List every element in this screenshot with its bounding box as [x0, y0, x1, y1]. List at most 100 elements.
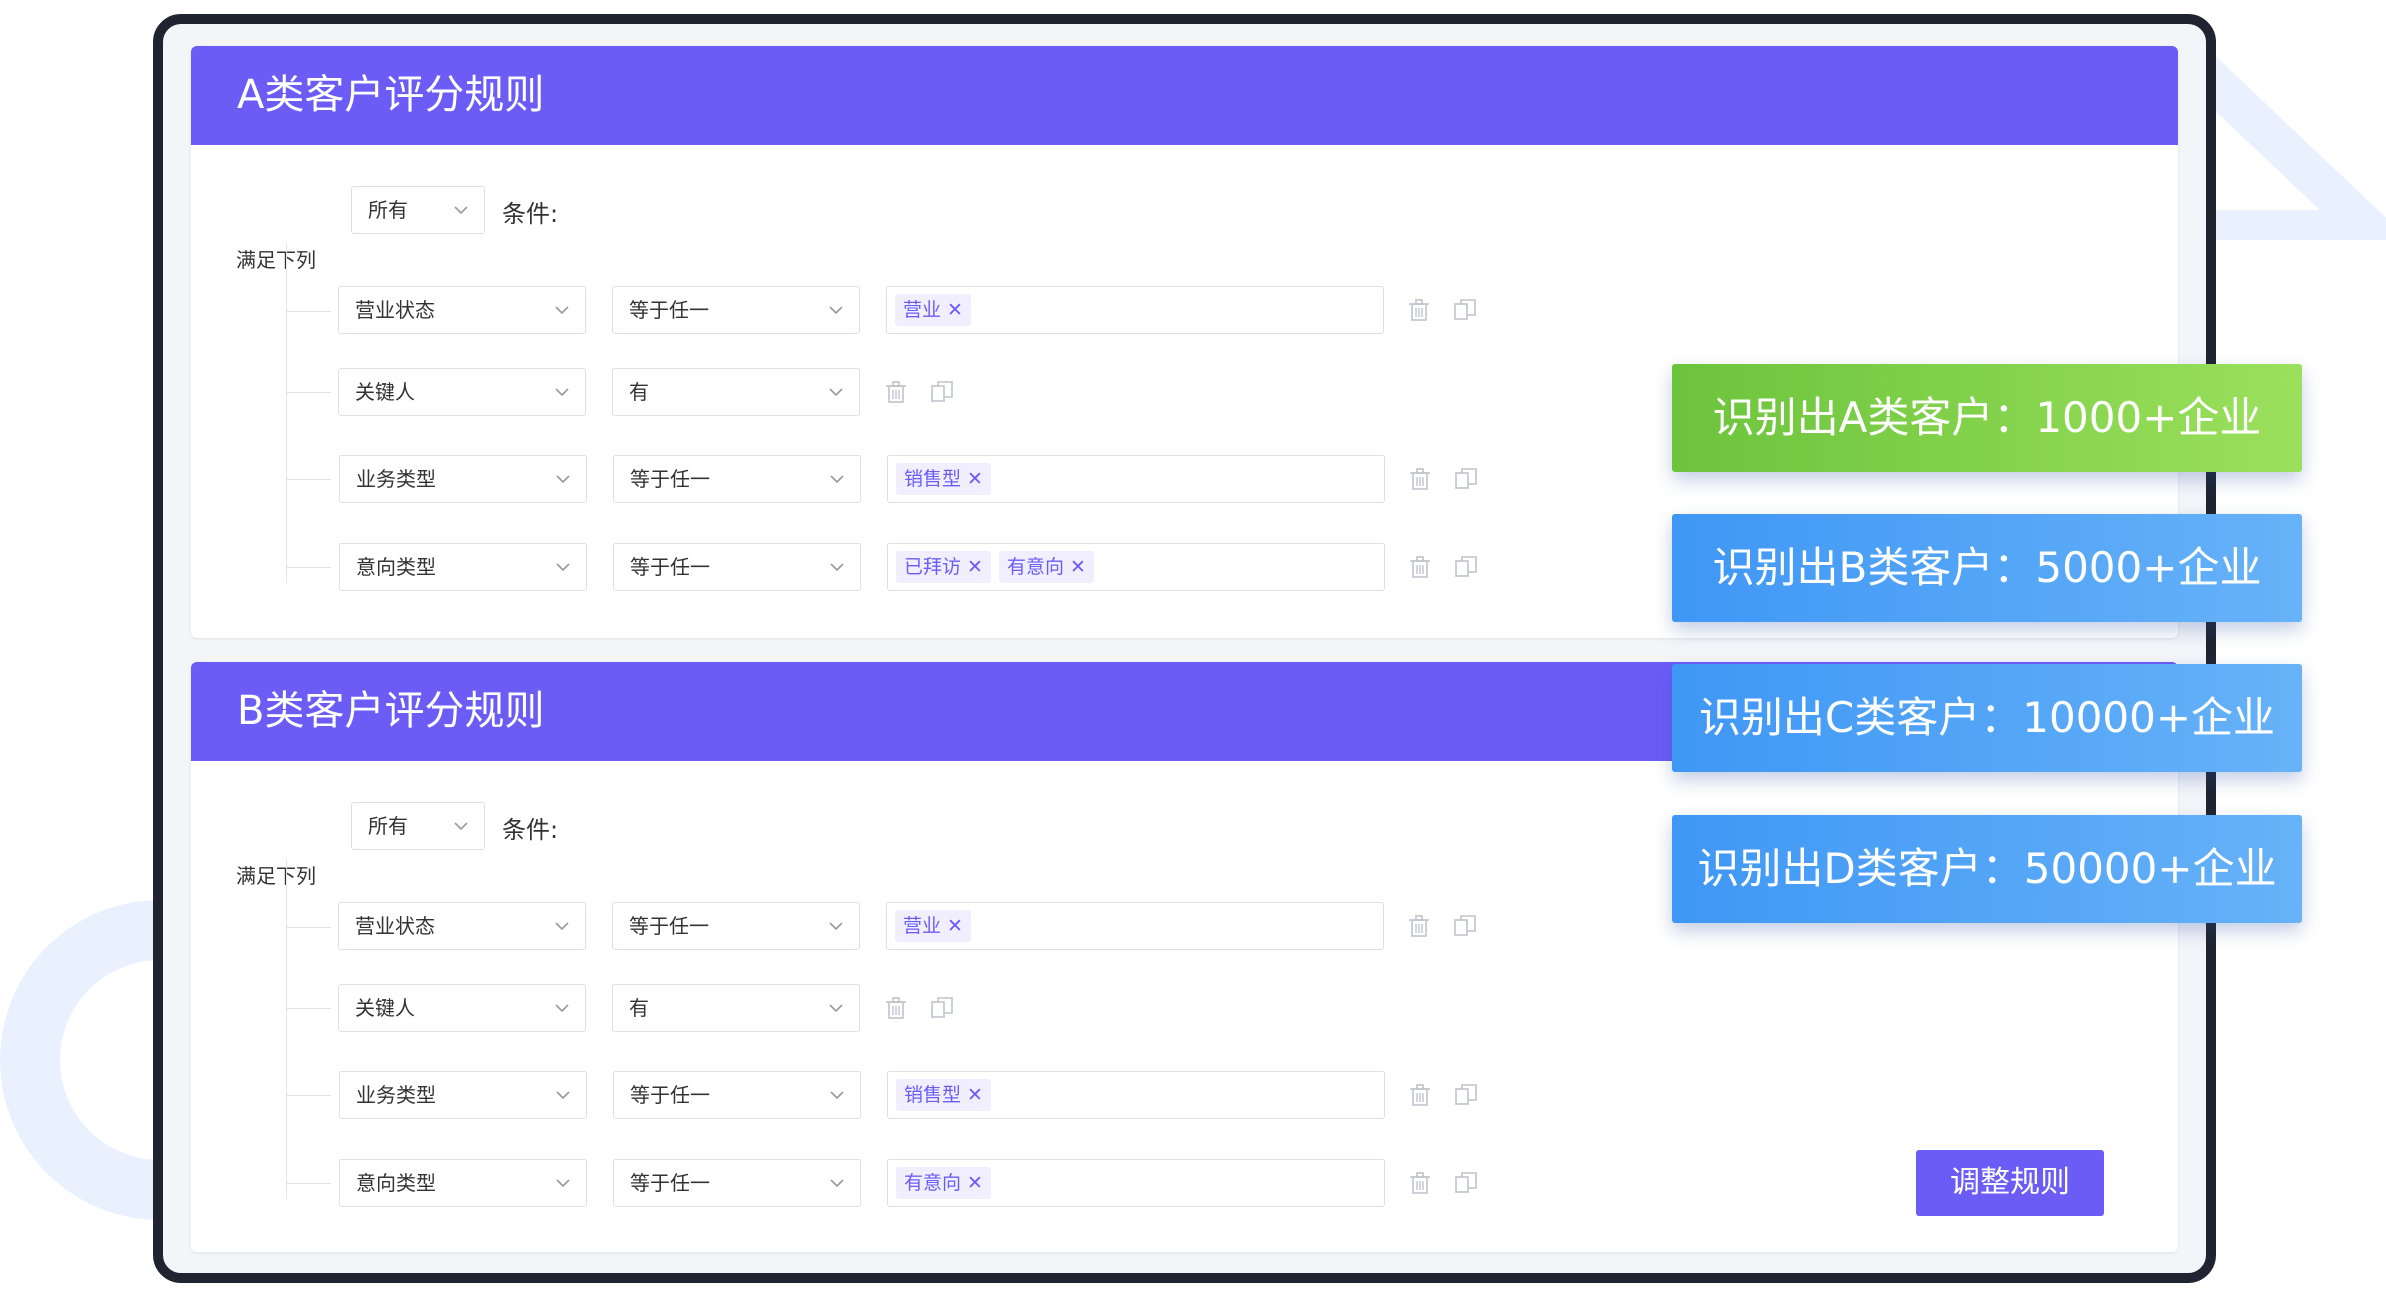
tag-label: 营业 [903, 915, 942, 937]
operator-select[interactable]: 等于任一 [613, 1071, 861, 1119]
trash-icon[interactable] [1406, 1081, 1434, 1109]
field-select-value: 业务类型 [356, 1083, 436, 1107]
trash-icon[interactable] [882, 994, 910, 1022]
trash-icon[interactable] [882, 378, 910, 406]
match-prefix: 满足下列 [236, 864, 316, 888]
close-icon[interactable]: ✕ [947, 299, 963, 321]
tag-label: 有意向 [904, 1172, 962, 1194]
trash-icon[interactable] [1406, 465, 1434, 493]
tree-branch [286, 479, 331, 480]
tag-label: 已拜访 [904, 556, 962, 578]
field-select[interactable]: 意向类型 [339, 1159, 587, 1207]
operator-select[interactable]: 等于任一 [613, 455, 861, 503]
tree-connector [286, 243, 287, 583]
copy-icon[interactable] [928, 994, 956, 1022]
operator-select[interactable]: 有 [612, 984, 860, 1032]
tree-branch [286, 311, 331, 312]
close-icon[interactable]: ✕ [1070, 556, 1086, 578]
value-tag-input[interactable]: 营业 ✕ [886, 286, 1384, 334]
field-select-value: 意向类型 [356, 555, 436, 579]
trash-icon[interactable] [1406, 1169, 1434, 1197]
copy-icon[interactable] [1451, 296, 1479, 324]
operator-select-value: 等于任一 [630, 555, 710, 579]
field-select[interactable]: 意向类型 [339, 543, 587, 591]
result-badge-d: 识别出D类客户：50000+企业 [1672, 815, 2302, 923]
close-icon[interactable]: ✕ [967, 1172, 983, 1194]
close-icon[interactable]: ✕ [947, 915, 963, 937]
chevron-down-icon [555, 1004, 569, 1013]
copy-icon[interactable] [1452, 465, 1480, 493]
tag-label: 销售型 [904, 468, 962, 490]
operator-select[interactable]: 等于任一 [613, 1159, 861, 1207]
chevron-down-icon [829, 388, 843, 397]
value-tag: 营业 ✕ [895, 294, 971, 326]
tag-label: 销售型 [904, 1084, 962, 1106]
field-select[interactable]: 营业状态 [338, 286, 586, 334]
field-select-value: 业务类型 [356, 467, 436, 491]
match-suffix: 条件: [502, 816, 559, 844]
match-suffix: 条件: [502, 200, 559, 228]
tree-branch [286, 927, 331, 928]
match-prefix: 满足下列 [236, 248, 316, 272]
field-select-value: 关键人 [355, 380, 415, 404]
value-tag: 营业 ✕ [895, 910, 971, 942]
match-select[interactable]: 所有 [351, 802, 485, 850]
tree-branch [286, 1095, 331, 1096]
value-tag-input[interactable]: 有意向 ✕ [887, 1159, 1385, 1207]
operator-select-value: 等于任一 [629, 298, 709, 322]
result-badge-a: 识别出A类客户：1000+企业 [1672, 364, 2302, 472]
trash-icon[interactable] [1405, 296, 1433, 324]
copy-icon[interactable] [1452, 553, 1480, 581]
operator-select-value: 等于任一 [629, 914, 709, 938]
value-tag-input[interactable]: 营业 ✕ [886, 902, 1384, 950]
adjust-rules-button[interactable]: 调整规则 [1916, 1150, 2104, 1216]
operator-select-value: 等于任一 [630, 1083, 710, 1107]
chevron-down-icon [556, 563, 570, 572]
operator-select-value: 有 [629, 996, 649, 1020]
value-tag-input[interactable]: 已拜访 ✕ 有意向 ✕ [887, 543, 1385, 591]
close-icon[interactable]: ✕ [967, 556, 983, 578]
close-icon[interactable]: ✕ [967, 468, 983, 490]
field-select-value: 营业状态 [355, 914, 435, 938]
chevron-down-icon [555, 306, 569, 315]
copy-icon[interactable] [1452, 1081, 1480, 1109]
match-select-value: 所有 [368, 814, 408, 838]
operator-select[interactable]: 有 [612, 368, 860, 416]
value-tag-input[interactable]: 销售型 ✕ [887, 1071, 1385, 1119]
field-select[interactable]: 业务类型 [339, 455, 587, 503]
value-tag: 有意向 ✕ [896, 1167, 991, 1199]
chevron-down-icon [829, 306, 843, 315]
tree-branch [286, 1183, 331, 1184]
value-tag: 有意向 ✕ [998, 551, 1094, 583]
trash-icon[interactable] [1405, 912, 1433, 940]
tag-label: 营业 [903, 299, 942, 321]
chevron-down-icon [454, 822, 468, 831]
field-select[interactable]: 关键人 [338, 368, 586, 416]
tree-branch [286, 567, 331, 568]
copy-icon[interactable] [1451, 912, 1479, 940]
panel-title: A类客户评分规则 [191, 46, 2178, 145]
operator-select[interactable]: 等于任一 [613, 543, 861, 591]
operator-select[interactable]: 等于任一 [612, 902, 860, 950]
operator-select[interactable]: 等于任一 [612, 286, 860, 334]
field-select-value: 营业状态 [355, 298, 435, 322]
field-select[interactable]: 营业状态 [338, 902, 586, 950]
close-icon[interactable]: ✕ [967, 1084, 983, 1106]
copy-icon[interactable] [928, 378, 956, 406]
operator-select-value: 等于任一 [630, 467, 710, 491]
copy-icon[interactable] [1452, 1169, 1480, 1197]
result-badge-b: 识别出B类客户：5000+企业 [1672, 514, 2302, 622]
match-select[interactable]: 所有 [351, 186, 485, 234]
trash-icon[interactable] [1406, 553, 1434, 581]
value-tag-input[interactable]: 销售型 ✕ [887, 455, 1385, 503]
tree-connector [286, 859, 287, 1199]
chevron-down-icon [830, 563, 844, 572]
chevron-down-icon [829, 922, 843, 931]
field-select[interactable]: 关键人 [338, 984, 586, 1032]
tree-branch [286, 392, 331, 393]
chevron-down-icon [556, 1091, 570, 1100]
value-tag: 销售型 ✕ [896, 463, 991, 495]
tree-branch [286, 1008, 331, 1009]
field-select[interactable]: 业务类型 [339, 1071, 587, 1119]
operator-select-value: 等于任一 [630, 1171, 710, 1195]
